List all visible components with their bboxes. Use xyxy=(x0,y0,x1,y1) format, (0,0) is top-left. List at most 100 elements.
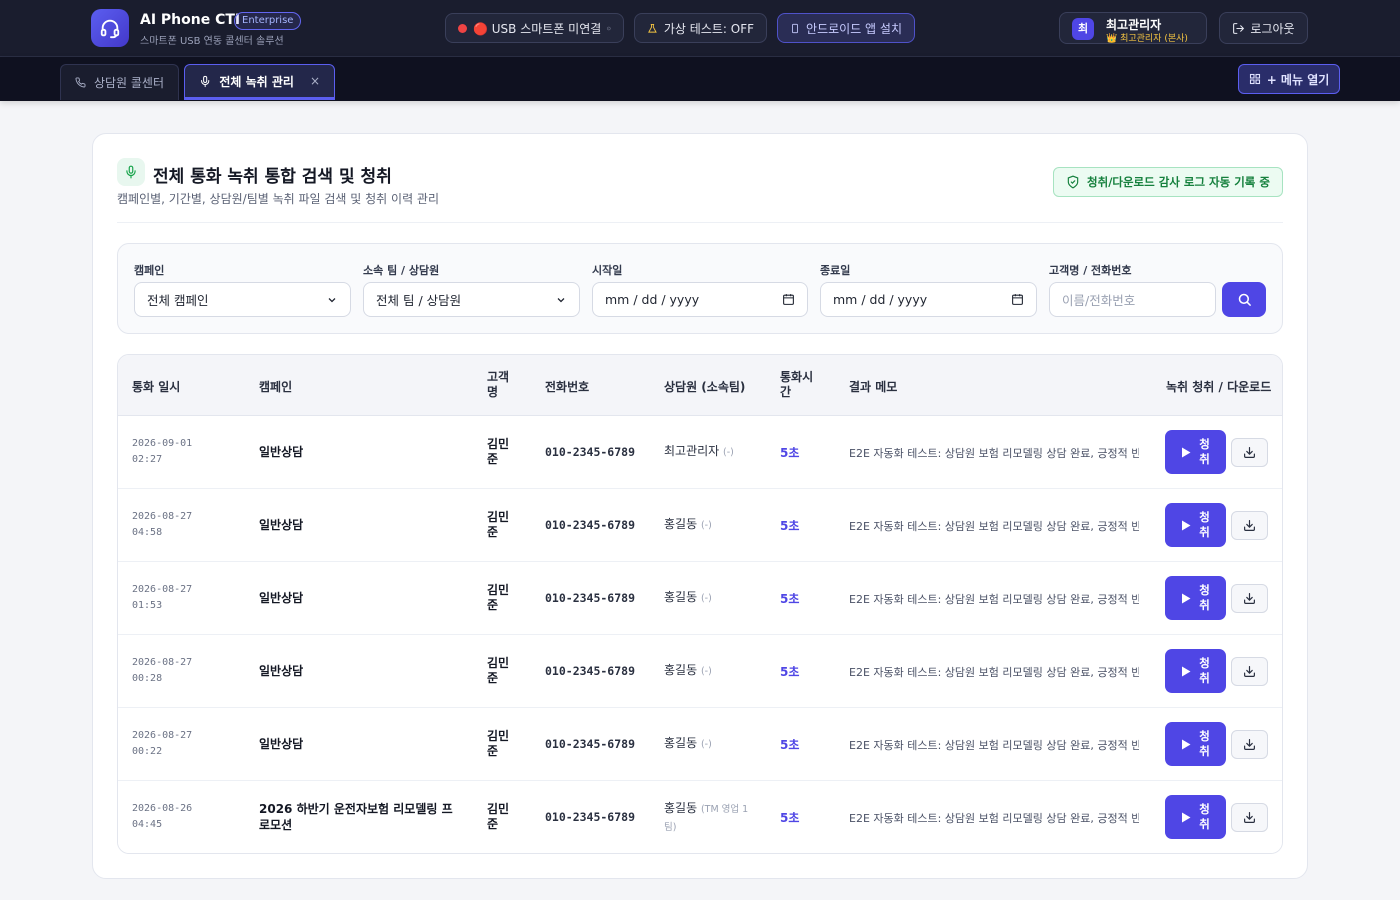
phone-number: 010-2345-6789 xyxy=(545,445,636,459)
download-button[interactable] xyxy=(1231,657,1268,686)
search-button[interactable] xyxy=(1222,282,1266,317)
phone-icon xyxy=(75,77,86,88)
listen-button[interactable]: 청취 xyxy=(1165,576,1226,620)
download-icon xyxy=(1244,666,1255,677)
status-dot-icon xyxy=(458,23,467,33)
download-icon xyxy=(1244,447,1255,458)
agent-name: 홍길동 xyxy=(664,736,698,750)
end-date-label: 종료일 xyxy=(820,264,851,277)
tab-label: 상담원 콜센터 xyxy=(93,76,164,90)
usb-status-label: 🔴 USB 스마트폰 미연결 xyxy=(473,21,602,36)
agent-cell: 홍길동 (-) xyxy=(664,516,759,534)
headset-icon xyxy=(100,19,120,39)
info-icon xyxy=(607,26,611,30)
grid-icon xyxy=(1249,73,1260,85)
tab-label: 전체 녹취 관리 xyxy=(219,74,294,89)
call-time: 04:45 xyxy=(132,819,163,830)
agent-name: 홍길동 xyxy=(664,517,698,531)
team-select-value: 전체 팀 / 상담원 xyxy=(376,293,462,308)
listen-label: 청취 xyxy=(1199,729,1210,758)
call-duration: 5초 xyxy=(780,738,800,752)
result-memo: E2E 자동화 테스트: 상담원 보험 리모델링 상담 완료, 긍정적 반응 xyxy=(849,739,1139,752)
table-row: 2026-08-27 01:53 일반상담 김민준 010-2345-6789 … xyxy=(118,562,1282,635)
campaign-name: 일반상담 xyxy=(259,445,304,459)
end-date-input[interactable]: mm / dd / yyyy xyxy=(820,282,1037,317)
play-icon xyxy=(1181,520,1190,530)
call-duration: 5초 xyxy=(780,665,800,679)
listen-button[interactable]: 청취 xyxy=(1165,722,1226,766)
download-button[interactable] xyxy=(1231,803,1268,832)
campaign-select[interactable]: 전체 캠페인 xyxy=(134,282,351,317)
tab-agent-callcenter[interactable]: 상담원 콜센터 xyxy=(60,64,179,100)
customer-name: 김민준 xyxy=(487,656,510,685)
listen-label: 청취 xyxy=(1199,510,1210,539)
listen-button[interactable]: 청취 xyxy=(1165,430,1226,474)
edition-badge: Enterprise xyxy=(234,12,302,30)
listen-button[interactable]: 청취 xyxy=(1165,649,1226,693)
audit-log-label: 청취/다운로드 감사 로그 자동 기록 중 xyxy=(1087,175,1270,189)
tab-recording-management[interactable]: 전체 녹취 관리 × xyxy=(184,64,335,100)
result-memo: E2E 자동화 테스트: 상담원 보험 리모델링 상담 완료, 긍정적 반응 xyxy=(849,447,1139,460)
end-date-value: mm / dd / yyyy xyxy=(833,292,928,307)
calendar-icon xyxy=(1012,294,1023,305)
result-memo: E2E 자동화 테스트: 상담원 보험 리모델링 상담 완료, 긍정적 반응 xyxy=(849,520,1139,533)
play-icon xyxy=(1181,666,1190,676)
virtual-test-toggle[interactable]: 가상 테스트: OFF xyxy=(634,13,767,43)
call-date: 2026-09-01 xyxy=(132,438,193,449)
listen-label: 청취 xyxy=(1199,656,1210,685)
phone-number: 010-2345-6789 xyxy=(545,664,636,678)
download-button[interactable] xyxy=(1231,511,1268,540)
app-logo xyxy=(91,9,129,47)
download-button[interactable] xyxy=(1231,584,1268,613)
shield-check-icon xyxy=(1067,175,1079,189)
col-campaign: 캠페인 xyxy=(259,380,293,394)
open-menu-button[interactable]: + 메뉴 열기 xyxy=(1238,64,1340,94)
call-date: 2026-08-27 xyxy=(132,584,193,595)
smartphone-icon xyxy=(792,23,798,33)
play-icon xyxy=(1181,593,1190,603)
play-icon xyxy=(1181,739,1190,749)
android-install-button[interactable]: 안드로이드 앱 설치 xyxy=(777,13,915,43)
listen-button[interactable]: 청취 xyxy=(1165,503,1226,547)
agent-team: (-) xyxy=(700,739,712,750)
call-time: 02:27 xyxy=(132,454,163,465)
download-icon xyxy=(1244,593,1255,604)
customer-search-input[interactable]: 이름/전화번호 xyxy=(1049,282,1216,317)
campaign-filter-label: 캠페인 xyxy=(134,264,165,277)
play-icon xyxy=(1181,447,1190,457)
logout-button[interactable]: 로그아웃 xyxy=(1219,12,1308,44)
customer-name: 김민준 xyxy=(487,802,510,831)
call-datetime: 2026-08-27 01:53 xyxy=(132,582,192,614)
col-duration: 통화시간 xyxy=(780,370,814,399)
chevron-down-icon xyxy=(328,297,336,302)
result-memo: E2E 자동화 테스트: 상담원 보험 리모델링 상담 완료, 긍정적 반응 xyxy=(849,593,1139,606)
call-duration: 5초 xyxy=(780,811,800,825)
campaign-name: 일반상담 xyxy=(259,591,304,605)
recordings-table: 통화 일시 캠페인 고객명 전화번호 상담원 (소속팀) 통화시간 결과 메모 … xyxy=(117,354,1283,854)
campaign-select-value: 전체 캠페인 xyxy=(147,293,209,308)
col-actions: 녹취 청취 / 다운로드 xyxy=(1166,380,1272,394)
download-button[interactable] xyxy=(1231,730,1268,759)
start-date-input[interactable]: mm / dd / yyyy xyxy=(592,282,808,317)
virtual-test-label: 가상 테스트: OFF xyxy=(663,21,754,36)
customer-name: 김민준 xyxy=(487,583,510,612)
usb-status-button[interactable]: 🔴 USB 스마트폰 미연결 xyxy=(445,13,624,43)
download-icon xyxy=(1244,520,1255,531)
play-icon xyxy=(1181,812,1190,822)
close-icon[interactable]: × xyxy=(310,74,320,88)
team-agent-select[interactable]: 전체 팀 / 상담원 xyxy=(363,282,580,317)
table-row: 2026-08-26 04:45 2026 하반기 운전자보험 리모델링 프로모… xyxy=(118,781,1282,853)
recording-search-card: 전체 통화 녹취 통합 검색 및 청취 캠페인별, 기간별, 상담원/팀별 녹취… xyxy=(92,133,1308,879)
campaign-name: 일반상담 xyxy=(259,737,304,751)
table-row: 2026-08-27 00:22 일반상담 김민준 010-2345-6789 … xyxy=(118,708,1282,781)
download-button[interactable] xyxy=(1231,438,1268,467)
result-memo: E2E 자동화 테스트: 상담원 보험 리모델링 상담 완료, 긍정적 반응 xyxy=(849,812,1139,825)
call-datetime: 2026-08-26 04:45 xyxy=(132,801,192,833)
agent-name: 홍길동 xyxy=(664,801,698,815)
phone-number: 010-2345-6789 xyxy=(545,810,636,824)
col-memo: 결과 메모 xyxy=(849,380,898,394)
listen-button[interactable]: 청취 xyxy=(1165,795,1226,839)
avatar: 최 xyxy=(1072,18,1094,40)
user-profile[interactable]: 최 최고관리자 👑 최고관리자 (본사) xyxy=(1059,12,1207,44)
search-icon xyxy=(1238,293,1251,306)
